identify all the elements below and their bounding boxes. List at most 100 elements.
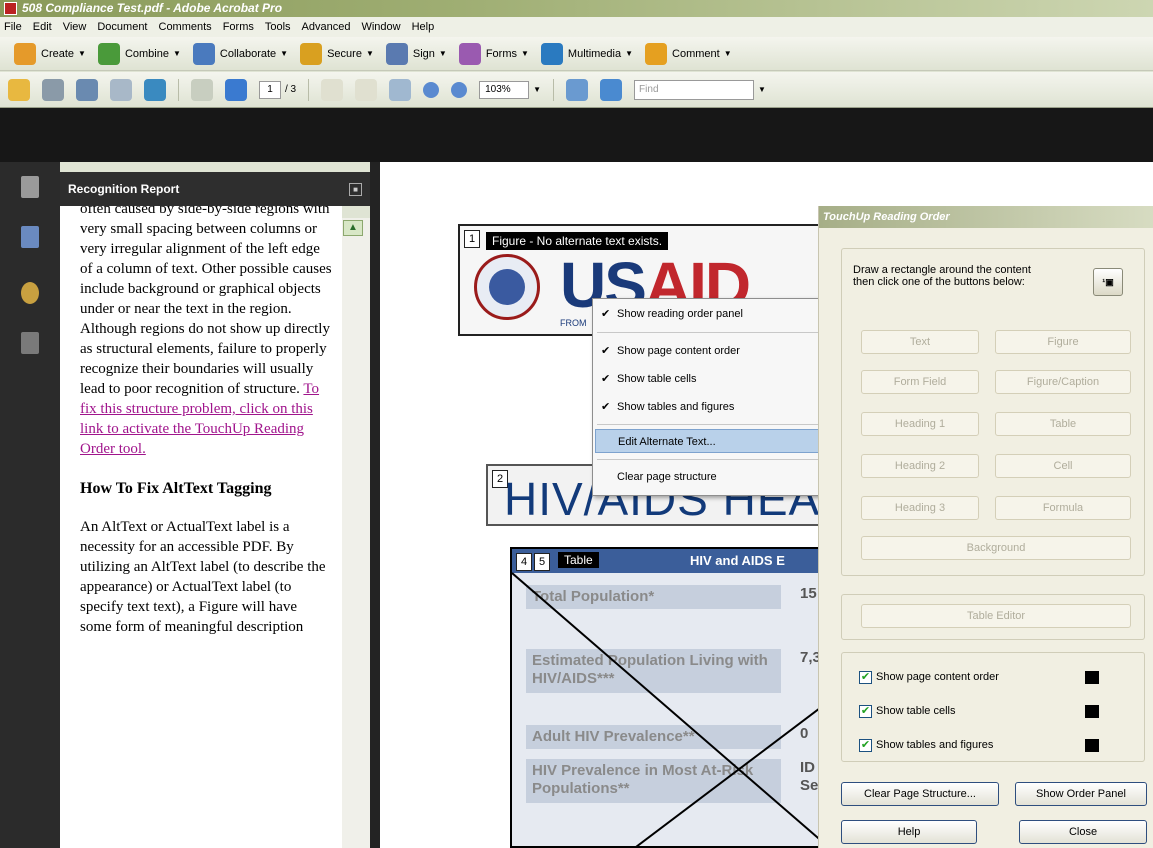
help-button[interactable]: Help [841, 820, 977, 844]
close-button[interactable]: Close [1019, 820, 1147, 844]
heading-3-button[interactable]: Heading 3 [861, 496, 979, 520]
chevron-down-icon: ▼ [625, 49, 634, 58]
recognition-report-content: often caused by side-by-side regions wit… [60, 206, 342, 848]
combine-button[interactable]: Combine ▼ [97, 42, 181, 65]
menu-item-show-page-content-order[interactable]: ✔ Show page content order [595, 339, 847, 363]
menu-item-show-table-cells[interactable]: ✔ Show table cells [595, 367, 847, 391]
menu-separator [597, 332, 845, 333]
print-icon[interactable] [42, 78, 64, 101]
pages-icon[interactable] [21, 176, 39, 198]
chevron-down-icon: ▼ [280, 49, 289, 58]
show-page-content-order-checkbox[interactable]: ✔ Show page content order [859, 670, 999, 684]
color-swatch[interactable] [1085, 739, 1099, 752]
menu-bar: File Edit View Document Comments Forms T… [0, 17, 1153, 37]
email-icon[interactable] [110, 78, 132, 101]
menu-edit[interactable]: Edit [33, 21, 52, 33]
bookmarks-icon[interactable] [21, 226, 39, 248]
menu-advanced[interactable]: Advanced [302, 21, 351, 33]
checkbox-checked-icon: ✔ [859, 738, 872, 752]
zoom-out-icon[interactable] [423, 81, 440, 98]
panel-title: Recognition Report [68, 182, 180, 196]
save-icon[interactable] [76, 78, 98, 101]
reading-order-number: 1 [464, 230, 480, 248]
menu-document[interactable]: Document [97, 21, 147, 33]
zoom-in-icon[interactable] [451, 81, 468, 98]
menu-comments[interactable]: Comments [159, 21, 212, 33]
toolbar-separator [553, 78, 555, 101]
form-field-button[interactable]: Form Field [861, 370, 979, 394]
menu-item-clear-page-structure[interactable]: Clear page structure [595, 465, 847, 489]
multimedia-icon [540, 42, 563, 65]
navigation-toolbar: 1 / 3 103% ▼ Find ▼ [0, 72, 1153, 108]
show-tables-and-figures-checkbox[interactable]: ✔ Show tables and figures [859, 738, 993, 752]
share-icon[interactable] [144, 78, 166, 101]
check-icon: ✔ [601, 373, 611, 385]
report-paragraph: An AltText or ActualText label is a nece… [80, 519, 326, 635]
signatures-icon[interactable] [21, 332, 39, 354]
figure-button[interactable]: Figure [995, 330, 1131, 354]
table-cross-lines [512, 572, 828, 846]
sign-button[interactable]: Sign ▼ [385, 42, 447, 65]
chevron-down-icon[interactable]: ▼ [533, 85, 541, 94]
recognition-report-header: Recognition Report ■ [60, 172, 370, 206]
fit-width-icon[interactable] [600, 78, 623, 101]
menu-item-edit-alternate-text[interactable]: Edit Alternate Text... [595, 429, 847, 453]
text-button[interactable]: Text [861, 330, 979, 354]
find-input[interactable]: Find [634, 79, 755, 100]
window-title-bar: 508 Compliance Test.pdf - Adobe Acrobat … [0, 0, 1153, 17]
multimedia-button[interactable]: Multimedia ▼ [540, 42, 634, 65]
table-button[interactable]: Table [995, 412, 1131, 436]
close-icon[interactable]: ■ [349, 183, 362, 196]
heading-2-button[interactable]: Heading 2 [861, 454, 979, 478]
menu-help[interactable]: Help [412, 21, 435, 33]
context-menu: ✔ Show reading order panel ✔ Show page con… [592, 298, 850, 496]
color-swatch[interactable] [1085, 671, 1099, 684]
navigation-pane-rail [0, 162, 60, 848]
menu-window[interactable]: Window [361, 21, 400, 33]
show-order-panel-button[interactable]: Show Order Panel [1015, 782, 1147, 806]
menu-file[interactable]: File [4, 21, 22, 33]
page-number-input[interactable]: 1 [259, 80, 281, 99]
formula-button[interactable]: Formula [995, 496, 1131, 520]
chevron-down-icon: ▼ [78, 49, 86, 58]
toolbar-separator [178, 78, 179, 101]
toolbar-separator [308, 78, 310, 101]
menu-view[interactable]: View [63, 21, 87, 33]
forms-button[interactable]: Forms ▼ [458, 42, 529, 65]
menu-separator [597, 459, 845, 460]
menu-tools[interactable]: Tools [265, 21, 291, 33]
previous-page-icon[interactable] [191, 78, 213, 101]
forms-icon [458, 42, 481, 65]
next-page-icon[interactable] [225, 78, 247, 101]
panel-splitter[interactable] [370, 162, 380, 848]
hand-tool-icon[interactable] [355, 78, 378, 101]
menu-item-show-reading-order-panel[interactable]: ✔ Show reading order panel [595, 302, 847, 326]
create-button[interactable]: Create ▼ [14, 42, 86, 65]
chevron-down-icon[interactable]: ▼ [758, 85, 766, 94]
fit-page-icon[interactable] [566, 78, 589, 101]
menu-forms[interactable]: Forms [223, 21, 254, 33]
zoom-level-select[interactable]: 103% [479, 80, 530, 99]
recognition-report-icon[interactable] [21, 282, 39, 304]
color-swatch[interactable] [1085, 705, 1099, 718]
cell-button[interactable]: Cell [995, 454, 1131, 478]
scroll-up-icon[interactable]: ▲ [343, 220, 363, 236]
secure-button[interactable]: Secure ▼ [300, 42, 374, 65]
zoom-tool-icon[interactable] [389, 78, 412, 101]
clear-page-structure-button[interactable]: Clear Page Structure... [841, 782, 999, 806]
table-region[interactable]: HIV and AIDS E 4 5 Table Total Populatio… [510, 547, 830, 848]
heading-1-button[interactable]: Heading 1 [861, 412, 979, 436]
pen-icon [385, 42, 408, 65]
report-paragraph: often caused by side-by-side regions wit… [80, 206, 332, 457]
panel-scrollbar[interactable]: ▲ [342, 218, 370, 848]
usaid-seal-icon [474, 254, 540, 320]
show-table-cells-checkbox[interactable]: ✔ Show table cells [859, 704, 956, 718]
figure-caption-button[interactable]: Figure/Caption [995, 370, 1131, 394]
comment-button[interactable]: Comment ▼ [645, 42, 732, 65]
open-folder-icon[interactable] [8, 78, 30, 101]
select-tool-icon[interactable] [321, 78, 344, 101]
background-button[interactable]: Background [861, 536, 1131, 560]
table-editor-button[interactable]: Table Editor [861, 604, 1131, 628]
collaborate-button[interactable]: Collaborate ▼ [192, 42, 289, 65]
menu-item-show-tables-and-figures[interactable]: ✔ Show tables and figures [595, 395, 847, 419]
